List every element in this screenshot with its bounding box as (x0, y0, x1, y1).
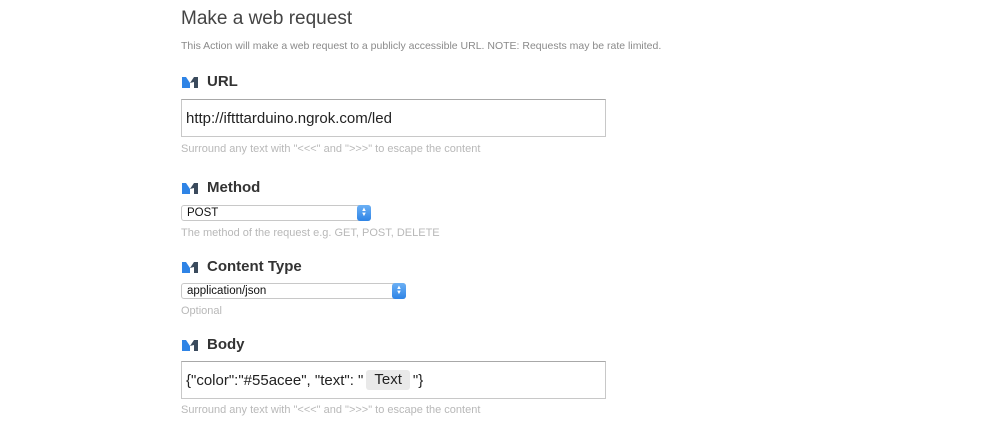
ingredient-chip-text[interactable]: Text (366, 370, 410, 390)
action-description: This Action will make a web request to a… (181, 40, 662, 52)
select-stepper-icon: ▲ ▼ (357, 205, 371, 221)
content-type-select[interactable]: application/json ▲ ▼ (181, 283, 406, 299)
maker-m-logo-icon (182, 76, 198, 88)
url-input[interactable]: http://iftttarduino.ngrok.com/led (181, 99, 606, 137)
body-label: Body (207, 336, 245, 353)
content-type-label: Content Type (207, 258, 302, 275)
url-label-row: URL (181, 73, 238, 90)
url-label: URL (207, 73, 238, 90)
url-value: http://iftttarduino.ngrok.com/led (186, 109, 392, 127)
body-hint: Surround any text with "<<<" and ">>>" t… (181, 404, 481, 416)
body-label-row: Body (181, 336, 245, 353)
url-hint: Surround any text with "<<<" and ">>>" t… (181, 143, 481, 155)
body-value-suffix: "} (412, 371, 424, 389)
select-stepper-icon: ▲ ▼ (392, 283, 406, 299)
method-hint: The method of the request e.g. GET, POST… (181, 227, 440, 239)
page-title: Make a web request (181, 8, 353, 29)
body-input[interactable]: {"color":"#55acee", "text": " Text "} (181, 361, 606, 399)
maker-m-logo-icon (182, 339, 198, 351)
method-select[interactable]: POST ▲ ▼ (181, 205, 371, 221)
method-label: Method (207, 179, 261, 196)
content-type-hint: Optional (181, 305, 222, 317)
method-selected-value: POST (187, 207, 219, 219)
maker-m-logo-icon (182, 182, 198, 194)
content-type-selected-value: application/json (187, 285, 267, 297)
content-type-label-row: Content Type (181, 258, 302, 275)
method-label-row: Method (181, 179, 260, 196)
body-value-prefix: {"color":"#55acee", "text": " (186, 371, 364, 389)
maker-m-logo-icon (182, 261, 198, 273)
